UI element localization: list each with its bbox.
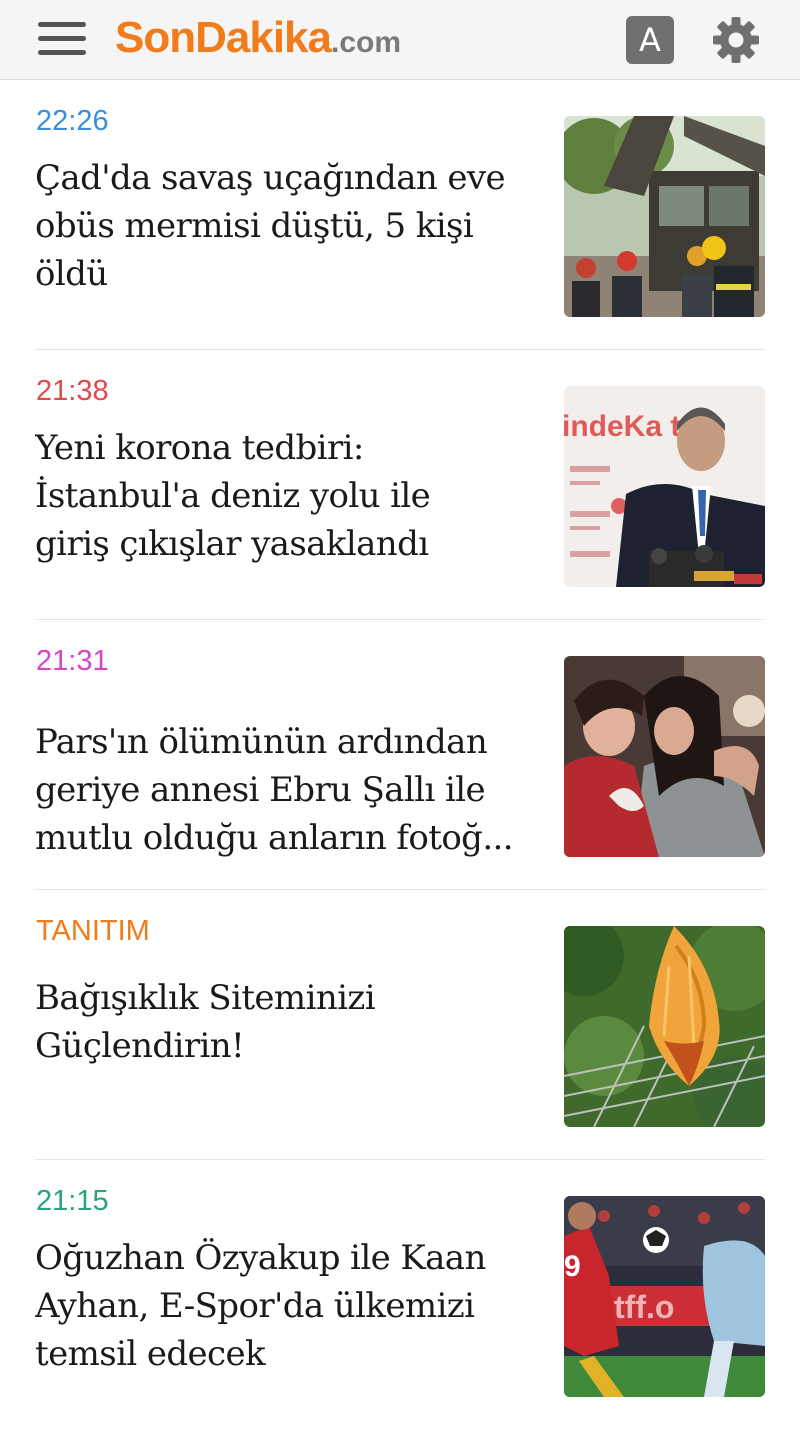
news-title-line: temsil edecek [35, 1334, 266, 1374]
news-time: 21:31 [36, 645, 109, 677]
news-item[interactable]: 21:15 Oğuzhan Özyakup ile Kaan Ayhan, E-… [0, 1160, 800, 1430]
news-title-line: mutlu olduğu anların fotoğ... [35, 818, 514, 858]
news-title-line: Yeni korona tedbiri: [35, 428, 364, 468]
top-bar: SonDakika.com A [0, 0, 800, 80]
news-title-line: geriye annesi Ebru Şallı ile [35, 770, 486, 810]
news-item-promo[interactable]: TANITIM Bağışıklık Siteminizi Güçlendiri… [0, 890, 800, 1160]
news-title-line: Pars'ın ölümünün ardından [35, 722, 488, 762]
svg-text:tff.o: tff.o [614, 1289, 674, 1325]
news-thumbnail-press-conference[interactable]: indeKa ta [564, 386, 765, 587]
news-thumbnail-mother-son[interactable] [564, 656, 765, 857]
svg-text:9: 9 [564, 1250, 581, 1283]
news-thumbnail-excavator-rescue[interactable] [564, 116, 765, 317]
news-title-line: İstanbul'a deniz yolu ile [35, 476, 431, 516]
news-title[interactable]: Pars'ın ölümünün ardından geriye annesi … [35, 718, 535, 862]
news-time: 21:38 [36, 375, 109, 407]
news-title-line: Bağışıklık Siteminizi [35, 978, 376, 1018]
site-logo[interactable]: SonDakika.com [115, 12, 401, 69]
news-title-line: giriş çıkışlar yasaklandı [35, 524, 429, 564]
news-title[interactable]: Oğuzhan Özyakup ile Kaan Ayhan, E-Spor'd… [35, 1234, 535, 1378]
news-item[interactable]: 21:31 Pars'ın ölümünün ardından geriye a… [0, 620, 800, 890]
logo-brand-text: SonDakika [115, 13, 332, 62]
news-time: 22:26 [36, 105, 109, 137]
news-title[interactable]: Çad'da savaş uçağından eve obüs mermisi … [35, 154, 535, 298]
font-size-button[interactable]: A [626, 16, 674, 64]
logo-tld-text: .com [330, 26, 402, 59]
news-title-line: Güçlendirin! [35, 1026, 245, 1066]
hamburger-menu-icon[interactable] [38, 20, 88, 60]
news-title[interactable]: Bağışıklık Siteminizi Güçlendirin! [35, 974, 535, 1070]
news-item[interactable]: 22:26 Çad'da savaş uçağından eve obüs me… [0, 80, 800, 350]
news-title-line: Oğuzhan Özyakup ile Kaan [35, 1238, 486, 1278]
news-title-line: obüs mermisi düştü, 5 kişi [35, 206, 474, 246]
promo-label: TANITIM [36, 915, 150, 947]
news-title-line: Çad'da savaş uçağından eve [35, 158, 506, 198]
news-thumbnail-football-match[interactable]: tff.o 9 [564, 1196, 765, 1397]
news-title-line: Ayhan, E-Spor'da ülkemizi [35, 1286, 475, 1326]
news-time: 21:15 [36, 1185, 109, 1217]
news-item[interactable]: 21:38 Yeni korona tedbiri: İstanbul'a de… [0, 350, 800, 620]
news-title[interactable]: Yeni korona tedbiri: İstanbul'a deniz yo… [35, 424, 535, 568]
settings-gear-icon[interactable] [711, 15, 761, 65]
news-title-line: öldü [35, 254, 108, 294]
news-thumbnail-bitter-melon[interactable] [564, 926, 765, 1127]
